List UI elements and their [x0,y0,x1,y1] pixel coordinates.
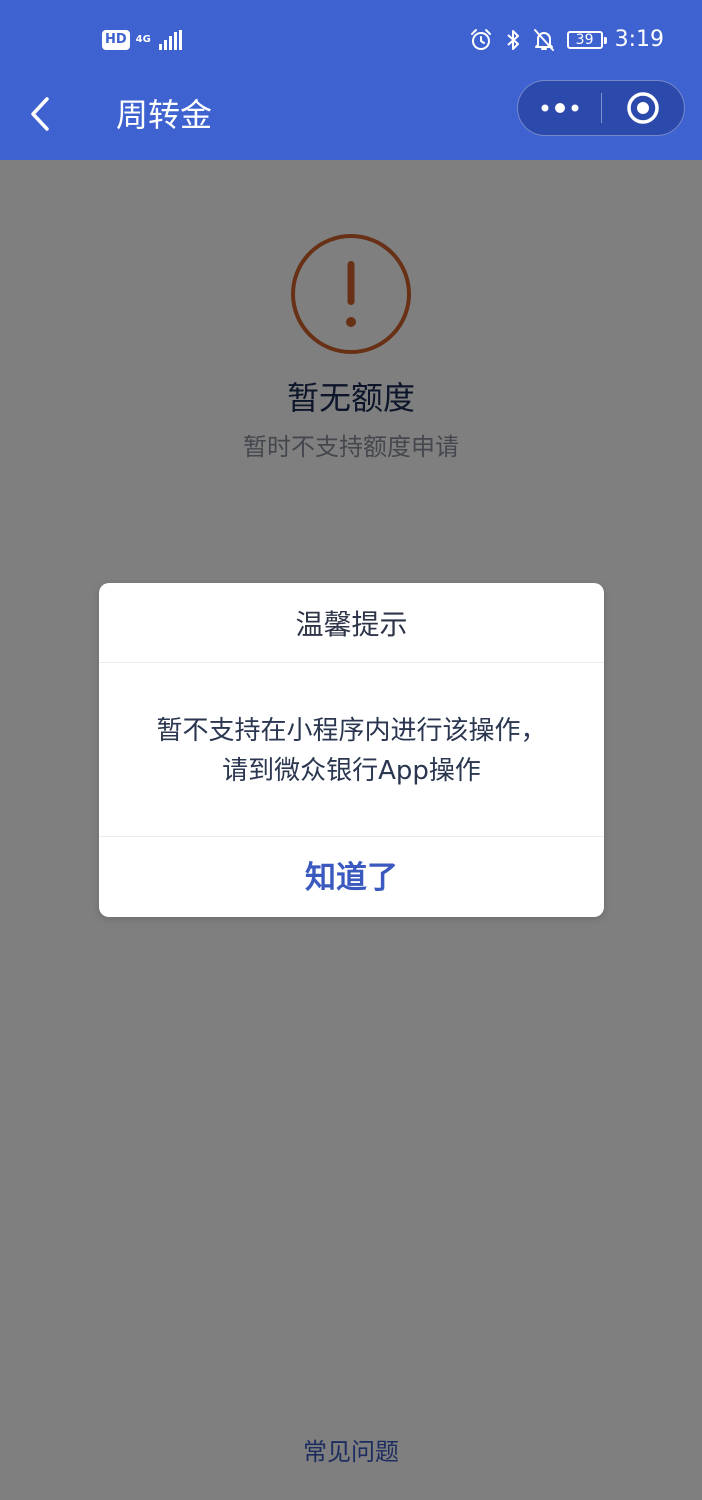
dialog-message-line: 暂不支持在小程序内进行该操作， [156,716,547,746]
more-button[interactable] [518,81,602,134]
status-time: 3:19 [614,27,664,52]
nav-bar: 周转金 [0,80,702,160]
dialog-title: 温馨提示 [99,583,604,663]
tip-dialog: 温馨提示 暂不支持在小程序内进行该操作， 请到微众银行App操作 知道了 [99,583,604,917]
more-dots-icon [541,102,579,113]
alarm-icon [470,29,491,50]
status-left-group: HD 4G [102,26,182,54]
dialog-message-line: 请到微众银行App操作 [222,756,481,786]
status-right-group: 39 3:19 [469,24,664,56]
signal-icon [158,30,182,50]
confirm-button[interactable]: 知道了 [99,837,604,917]
mute-icon [533,29,554,51]
network-type-label: 4G [135,34,151,45]
page-title: 周转金 [116,96,213,134]
bluetooth-icon [506,30,519,50]
back-arrow-icon [31,97,49,131]
dialog-message: 暂不支持在小程序内进行该操作， 请到微众银行App操作 [119,711,584,791]
status-bar: HD 4G 39 3:19 [0,0,702,80]
miniprogram-capsule [517,80,685,136]
close-miniprogram-button[interactable] [602,81,684,134]
hd-badge: HD [102,30,130,50]
battery-icon: 39 [566,31,607,49]
back-button[interactable] [16,90,64,138]
app-header: HD 4G 39 3:19 周转金 [0,0,702,160]
close-miniprogram-icon [627,91,659,124]
